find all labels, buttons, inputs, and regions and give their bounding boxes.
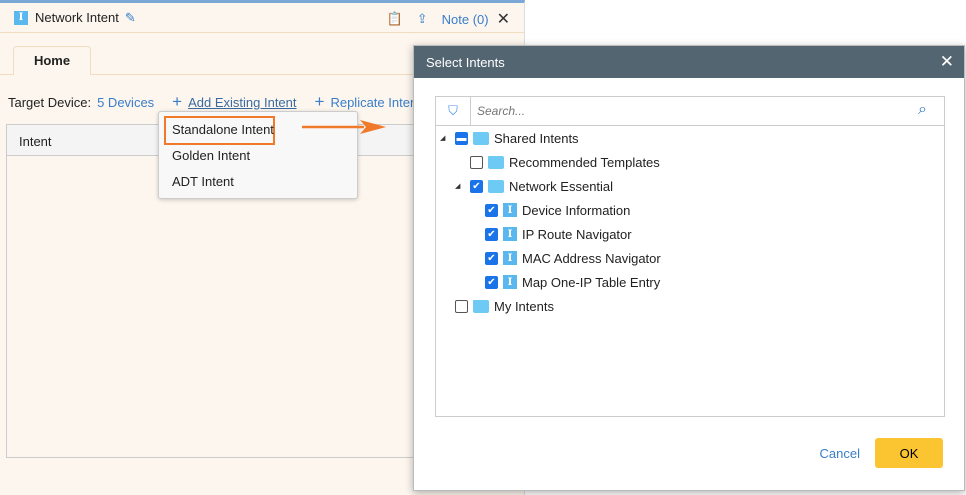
ok-button[interactable]: OK <box>875 438 943 468</box>
menu-item-adt[interactable]: ADT Intent <box>172 174 234 189</box>
dialog-title: Select Intents <box>426 55 505 70</box>
menu-item-golden[interactable]: Golden Intent <box>172 148 250 163</box>
menu-item-standalone[interactable]: Standalone Intent <box>172 122 274 137</box>
checkbox[interactable]: ✔ <box>470 179 483 193</box>
tab-home[interactable]: Home <box>13 46 91 75</box>
tree-node-intent[interactable]: ✔ I Device Information <box>485 201 630 219</box>
intent-icon: I <box>503 251 517 265</box>
target-device-label: Target Device: <box>8 94 92 110</box>
search-icon[interactable]: ⌕ <box>918 97 944 125</box>
arrow-annotation <box>302 120 386 134</box>
intent-icon: I <box>503 275 517 289</box>
checkbox[interactable]: ✔ <box>485 227 498 241</box>
close-icon[interactable]: ✕ <box>940 52 954 72</box>
tree-node-my-intents[interactable]: My Intents <box>455 297 554 315</box>
intent-tree: ⛉ ⌕ ◢▬Shared Intents Recommended Templat… <box>435 96 945 417</box>
intent-icon: I <box>14 10 28 25</box>
cancel-button[interactable]: Cancel <box>820 446 860 461</box>
tree-node-intent[interactable]: ✔ I IP Route Navigator <box>485 225 632 243</box>
edit-icon[interactable]: ✎ <box>125 10 136 26</box>
tree-node-intent[interactable]: ✔ I Map One-IP Table Entry <box>485 273 660 291</box>
replicate-intent-button[interactable]: Replicate Intent <box>330 95 420 110</box>
checkbox[interactable]: ✔ <box>485 251 498 265</box>
tree-node-recommended[interactable]: Recommended Templates <box>470 153 660 171</box>
filter-icon[interactable]: ⛉ <box>436 97 471 125</box>
plus-icon: + <box>314 92 325 111</box>
checkbox[interactable] <box>455 299 468 313</box>
intent-icon: I <box>503 227 517 241</box>
add-existing-intent-button[interactable]: Add Existing Intent <box>188 95 296 110</box>
folder-icon <box>488 155 504 169</box>
close-icon[interactable]: ✕ <box>497 9 510 29</box>
title-bar: I Network Intent ✎ 📋 ⇪ Note (0) ✕ <box>0 3 524 33</box>
checkbox[interactable]: ✔ <box>485 203 498 217</box>
tree-node-intent[interactable]: ✔ I MAC Address Navigator <box>485 249 661 267</box>
share-icon[interactable]: ⇪ <box>417 11 428 27</box>
window-title: Network Intent <box>35 10 119 25</box>
search-input[interactable] <box>471 97 918 125</box>
checkbox[interactable]: ▬ <box>455 131 468 145</box>
select-intents-dialog: Select Intents✕ ⛉ ⌕ ◢▬Shared Intents Rec… <box>413 45 965 491</box>
devices-link[interactable]: 5 Devices <box>97 95 154 110</box>
intent-icon: I <box>503 203 517 217</box>
folder-icon <box>473 299 489 313</box>
folder-icon <box>473 131 489 145</box>
checkbox[interactable] <box>470 155 483 169</box>
expand-icon[interactable]: ◢ <box>455 182 465 190</box>
checkbox[interactable]: ✔ <box>485 275 498 289</box>
tree-node-network-essential[interactable]: ◢ ✔ Network Essential <box>455 177 613 195</box>
expand-icon[interactable]: ◢ <box>440 134 450 142</box>
plus-icon: + <box>172 92 183 111</box>
folder-icon <box>488 179 504 193</box>
note-button[interactable]: Note (0) <box>442 12 489 27</box>
clipboard-icon[interactable]: 📋 <box>387 11 403 27</box>
tree-node-shared-intents[interactable]: ◢ ▬ Shared Intents <box>440 129 579 147</box>
